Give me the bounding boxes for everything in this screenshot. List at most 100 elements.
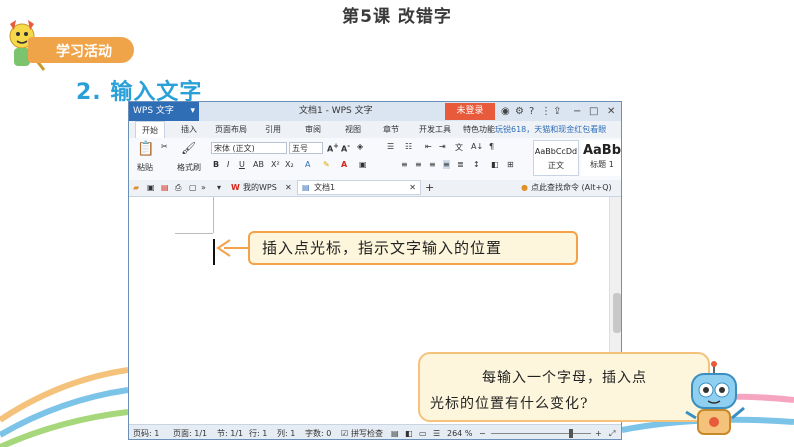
- app-menu-button[interactable]: WPS 文字 ▾: [129, 102, 199, 121]
- font-color-icon[interactable]: A: [341, 160, 347, 169]
- promo-banner[interactable]: 玩锐618，天猫和现金红包看眼: [495, 121, 606, 138]
- decrease-indent-icon[interactable]: ⇤: [425, 142, 432, 151]
- status-section: 节: 1/1: [217, 429, 244, 438]
- zoom-slider[interactable]: [491, 433, 591, 434]
- title-bar: WPS 文字 ▾ 文档1 - WPS 文字 未登录 ◉ ⚙ ? ⋮ ⇪ − □ …: [129, 102, 621, 121]
- open-folder-icon[interactable]: ▰: [133, 180, 139, 196]
- justify-icon[interactable]: ≡: [443, 160, 450, 169]
- tab-view[interactable]: 视图: [345, 121, 361, 138]
- fit-window-icon[interactable]: ⤢: [609, 425, 615, 439]
- tab-home[interactable]: 开始: [135, 121, 165, 139]
- numbering-icon[interactable]: ☷: [405, 142, 412, 151]
- tab-review[interactable]: 审阅: [305, 121, 321, 138]
- callout-arrow: [216, 239, 250, 257]
- shrink-font-icon[interactable]: A-: [341, 142, 350, 154]
- font-size-value: 五号: [292, 144, 308, 153]
- style-heading1[interactable]: AaBb 标题 1: [581, 140, 622, 176]
- dropdown-icon[interactable]: ▾: [217, 180, 221, 196]
- close-tab-icon[interactable]: ✕: [409, 180, 416, 196]
- status-zoom[interactable]: 264 %: [447, 425, 472, 439]
- subscript-icon[interactable]: X₂: [285, 160, 294, 169]
- font-size-select[interactable]: 五号: [289, 142, 323, 154]
- close-icon[interactable]: ✕: [607, 104, 615, 119]
- skin-icon[interactable]: ◉: [501, 104, 510, 119]
- command-search[interactable]: 点此查找命令 (Alt+Q): [531, 180, 612, 196]
- style-heading1-preview: AaBb: [582, 143, 622, 158]
- text-effect-icon[interactable]: A: [305, 160, 310, 169]
- tab-references[interactable]: 引用: [265, 121, 281, 138]
- question-line-2: 光标的位置有什么变化?: [430, 396, 589, 412]
- grow-font-icon[interactable]: A+: [327, 142, 339, 154]
- document-icon: ▤: [302, 183, 310, 192]
- outline-icon[interactable]: ☰: [433, 425, 440, 439]
- zoom-out-icon[interactable]: −: [479, 425, 486, 439]
- status-spell-check[interactable]: 拼写检查: [351, 425, 383, 439]
- strikethrough-icon[interactable]: AB: [253, 160, 264, 169]
- login-button[interactable]: 未登录: [445, 103, 495, 120]
- line-spacing-icon[interactable]: ↕: [473, 160, 480, 169]
- close-tab-icon[interactable]: ✕: [285, 180, 292, 196]
- align-right-icon[interactable]: ≡: [429, 160, 436, 169]
- lesson-title: 第5课 改错字: [342, 7, 452, 27]
- format-painter-icon[interactable]: 🖌: [181, 141, 196, 155]
- char-border-icon[interactable]: ▣: [359, 160, 367, 169]
- new-tab-icon[interactable]: +: [425, 180, 434, 196]
- cut-icon[interactable]: ✂: [161, 142, 168, 151]
- clear-format-icon[interactable]: ◈: [357, 142, 363, 151]
- style-normal[interactable]: AaBbCcDd 正文: [533, 140, 579, 176]
- distribute-icon[interactable]: ≣: [457, 160, 464, 169]
- shading-icon[interactable]: ◧: [491, 160, 499, 169]
- callout-text: 插入点光标，指示文字输入的位置: [262, 239, 503, 257]
- tab-developer[interactable]: 开发工具: [419, 121, 451, 138]
- bullets-icon[interactable]: ☰: [387, 142, 394, 151]
- borders-icon[interactable]: ⊞: [507, 160, 514, 169]
- more-arrows-icon[interactable]: »: [201, 180, 206, 196]
- tab-document[interactable]: ▤ 文档1 ✕: [297, 180, 421, 195]
- sort-icon[interactable]: A↓: [471, 142, 483, 151]
- increase-indent-icon[interactable]: ⇥: [439, 142, 446, 151]
- web-view-icon[interactable]: ▭: [419, 425, 427, 439]
- tab-chapter[interactable]: 章节: [383, 121, 399, 138]
- minimize-icon[interactable]: −: [573, 104, 581, 119]
- tab-insert[interactable]: 插入: [181, 121, 197, 138]
- zoom-slider-handle[interactable]: [569, 429, 573, 438]
- align-center-icon[interactable]: ≡: [415, 160, 422, 169]
- preview-icon[interactable]: ▢: [189, 180, 197, 196]
- superscript-icon[interactable]: X²: [271, 160, 280, 169]
- upload-icon[interactable]: ⇪: [553, 104, 561, 119]
- chinese-layout-icon[interactable]: 文: [455, 142, 463, 153]
- save-icon[interactable]: ▣: [147, 180, 155, 196]
- underline-icon[interactable]: U: [239, 160, 245, 169]
- document-title: 文档1 - WPS 文字: [299, 106, 373, 116]
- status-word-count[interactable]: 字数: 0: [305, 425, 331, 439]
- question-line-1: 每输入一个字母，插入点: [482, 370, 647, 386]
- read-mode-icon[interactable]: ◧: [405, 425, 413, 439]
- maximize-icon[interactable]: □: [589, 104, 598, 119]
- spell-check-icon[interactable]: ☑: [341, 425, 348, 439]
- format-painter-label[interactable]: 格式刷: [177, 162, 201, 173]
- align-left-icon[interactable]: ≡: [401, 160, 408, 169]
- more-icon[interactable]: ⋮: [541, 104, 551, 119]
- font-name-select[interactable]: 宋体 (正文): [211, 142, 287, 154]
- show-marks-icon[interactable]: ¶: [489, 142, 494, 151]
- paste-label[interactable]: 粘贴: [137, 162, 153, 173]
- italic-icon[interactable]: I: [227, 160, 229, 169]
- settings-icon[interactable]: ⚙: [515, 104, 524, 119]
- paste-icon[interactable]: 📋: [137, 141, 154, 157]
- lightbulb-icon: ●: [521, 183, 528, 192]
- style-normal-label: 正文: [548, 161, 564, 170]
- tab-page-layout[interactable]: 页面布局: [215, 121, 247, 138]
- chevron-down-icon: ▾: [190, 106, 195, 116]
- help-icon[interactable]: ?: [529, 104, 534, 119]
- export-pdf-icon[interactable]: ▤: [161, 180, 169, 196]
- bold-icon[interactable]: B: [213, 160, 219, 169]
- tab-my-wps[interactable]: 我的WPS: [243, 180, 277, 196]
- scroll-thumb[interactable]: [613, 293, 621, 333]
- tab-features[interactable]: 特色功能: [463, 121, 495, 138]
- app-menu-label: WPS 文字: [133, 106, 174, 116]
- ribbon-toolbar: 📋 粘贴 ✂ 🖌 格式刷 宋体 (正文) 五号 A+ A- ◈ B I U AB…: [129, 138, 622, 181]
- print-icon[interactable]: ⎙: [175, 180, 181, 196]
- zoom-in-icon[interactable]: +: [595, 425, 602, 439]
- view-mode-icon[interactable]: ▤: [391, 425, 399, 439]
- highlight-icon[interactable]: ✎: [323, 160, 330, 169]
